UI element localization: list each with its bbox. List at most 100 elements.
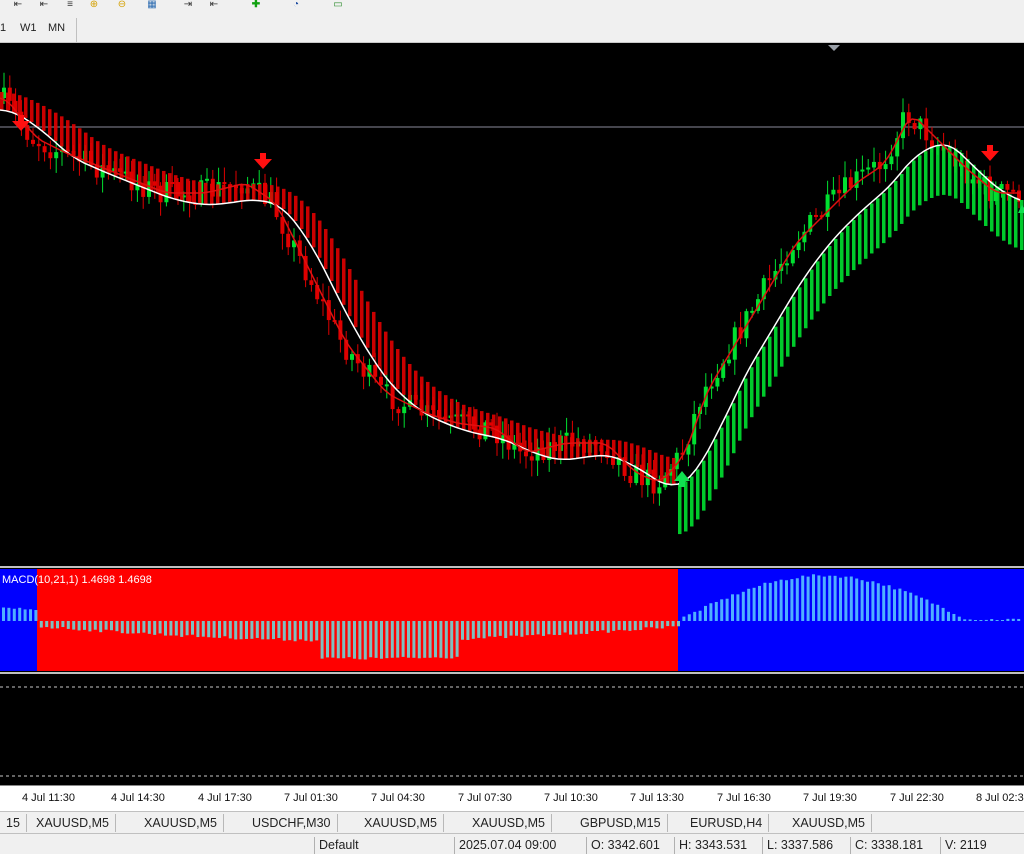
macd-histogram-bar xyxy=(876,583,880,621)
chart-tab[interactable]: USDCHF,M30 xyxy=(246,814,338,832)
timeframe-button[interactable]: 1 xyxy=(0,20,6,36)
macd-histogram-bar xyxy=(714,601,718,621)
candle-body xyxy=(872,161,876,168)
time-axis-label: 7 Jul 10:30 xyxy=(544,792,598,804)
ribbon-bar xyxy=(372,311,376,358)
macd-histogram-bar xyxy=(752,587,756,621)
macd-histogram-bar xyxy=(201,621,205,637)
chart-tab[interactable]: XAUUSD,M5 xyxy=(358,814,444,832)
ribbon-bar xyxy=(966,158,970,209)
macd-histogram-bar xyxy=(720,599,724,621)
timeframe-button-w1[interactable]: W1 xyxy=(20,20,37,36)
ribbon-bar xyxy=(858,214,862,265)
macd-histogram-bar xyxy=(639,621,643,631)
ribbon-bar xyxy=(528,427,532,451)
chart-tab[interactable]: XAUUSD,M5 xyxy=(30,814,116,832)
price-chart[interactable]: MACD(10,21,1) 1.4698 1.4698 xyxy=(0,43,1024,785)
ribbon-bar xyxy=(522,425,526,448)
macd-histogram-bar xyxy=(725,598,729,621)
zoom-in-icon[interactable]: ⊕ xyxy=(86,0,102,10)
macd-histogram-bar xyxy=(569,621,572,635)
macd-histogram-bar xyxy=(666,621,670,627)
align-icon[interactable]: ≡ xyxy=(62,0,78,10)
ribbon-bar xyxy=(570,437,574,460)
ribbon-bar xyxy=(0,92,4,110)
chart-tab[interactable]: GBPUSD,M15 xyxy=(574,814,668,832)
scroll-left-icon[interactable]: ⇥ xyxy=(180,0,196,10)
time-axis-label: 4 Jul 17:30 xyxy=(198,792,252,804)
macd-histogram-bar xyxy=(434,621,437,658)
status-close: C: 3338.181 xyxy=(850,837,939,854)
macd-histogram-bar xyxy=(309,621,313,642)
macd-histogram-bar xyxy=(785,580,788,621)
macd-histogram-bar xyxy=(644,621,648,628)
ribbon-bar xyxy=(600,439,604,456)
ribbon-bar xyxy=(540,430,544,455)
ribbon-bar xyxy=(282,188,286,210)
ribbon-bar xyxy=(768,336,772,387)
ribbon-bar xyxy=(432,386,436,418)
ribbon-bar xyxy=(918,155,922,206)
clock-icon[interactable]: ◔ xyxy=(288,0,304,10)
ribbon-bar xyxy=(294,195,298,221)
ribbon-bar xyxy=(936,145,940,196)
macd-histogram-bar xyxy=(358,621,362,660)
candle-body xyxy=(883,164,888,170)
ribbon-bar xyxy=(360,290,364,338)
grid-icon[interactable]: ▦ xyxy=(144,0,160,10)
chart-tab[interactable]: XAUUSD,M5 xyxy=(466,814,552,832)
chart-window[interactable]: MACD(10,21,1) 1.4698 1.4698 xyxy=(0,43,1024,785)
ribbon-bar xyxy=(96,141,100,169)
timeframe-button-mn[interactable]: MN xyxy=(48,20,65,36)
chart-tab[interactable]: 15 xyxy=(0,814,27,832)
ribbon-bar xyxy=(888,187,892,238)
chart-tab[interactable]: EURUSD,H4 xyxy=(684,814,770,832)
macd-histogram-bar xyxy=(234,621,238,640)
zoom-out-icon[interactable]: ⊖ xyxy=(114,0,130,10)
macd-histogram-bar xyxy=(77,621,81,631)
macd-histogram-bar xyxy=(288,621,292,641)
macd-histogram-bar xyxy=(882,585,886,621)
macd-histogram-bar xyxy=(866,581,869,621)
macd-histogram-bar xyxy=(925,599,929,621)
macd-histogram-bar xyxy=(1017,618,1021,621)
macd-histogram-bar xyxy=(261,621,265,640)
macd-histogram-bar xyxy=(353,621,356,659)
macd-histogram-bar xyxy=(142,621,146,633)
ribbon-bar xyxy=(960,153,964,203)
add-indicator-icon[interactable]: ✚ xyxy=(248,0,264,10)
scroll-right-icon[interactable]: ⇤ xyxy=(206,0,222,10)
macd-histogram-bar xyxy=(855,578,859,621)
chart-tab[interactable]: XAUUSD,M5 xyxy=(786,814,872,832)
macd-histogram-bar xyxy=(115,621,119,632)
ribbon-bar xyxy=(36,102,40,127)
time-axis-label: 7 Jul 16:30 xyxy=(717,792,771,804)
move-left-icon[interactable]: ⇤ xyxy=(10,0,26,10)
macd-histogram-bar xyxy=(126,621,130,634)
macd-histogram-bar xyxy=(515,621,518,636)
macd-histogram-bar xyxy=(731,594,734,621)
macd-histogram-bar xyxy=(709,603,713,621)
macd-histogram-bar xyxy=(774,581,778,621)
ribbon-bar xyxy=(900,173,904,224)
macd-histogram-bar xyxy=(7,607,11,621)
ribbon-bar xyxy=(924,151,928,202)
time-axis: 4 Jul 11:30 4 Jul 14:30 4 Jul 17:30 7 Ju… xyxy=(0,785,1024,812)
time-axis-label: 7 Jul 04:30 xyxy=(371,792,425,804)
candle-body xyxy=(727,359,731,364)
macd-histogram-bar xyxy=(585,621,589,635)
macd-histogram-bar xyxy=(871,581,875,621)
macd-histogram-bar xyxy=(801,575,805,621)
ribbon-bar xyxy=(582,439,586,458)
macd-histogram-bar xyxy=(450,621,454,659)
chart-image-icon[interactable]: ▭ xyxy=(330,0,346,10)
chart-tab[interactable]: XAUUSD,M5 xyxy=(138,814,224,832)
ribbon-bar xyxy=(498,416,502,439)
candle-body xyxy=(715,377,720,387)
macd-histogram-bar xyxy=(315,621,319,641)
ribbon-bar xyxy=(72,124,76,156)
ribbon-bar xyxy=(342,258,346,305)
macd-histogram-bar xyxy=(795,578,799,621)
move-right-icon[interactable]: ⇤ xyxy=(36,0,52,10)
macd-histogram-bar xyxy=(320,621,324,659)
